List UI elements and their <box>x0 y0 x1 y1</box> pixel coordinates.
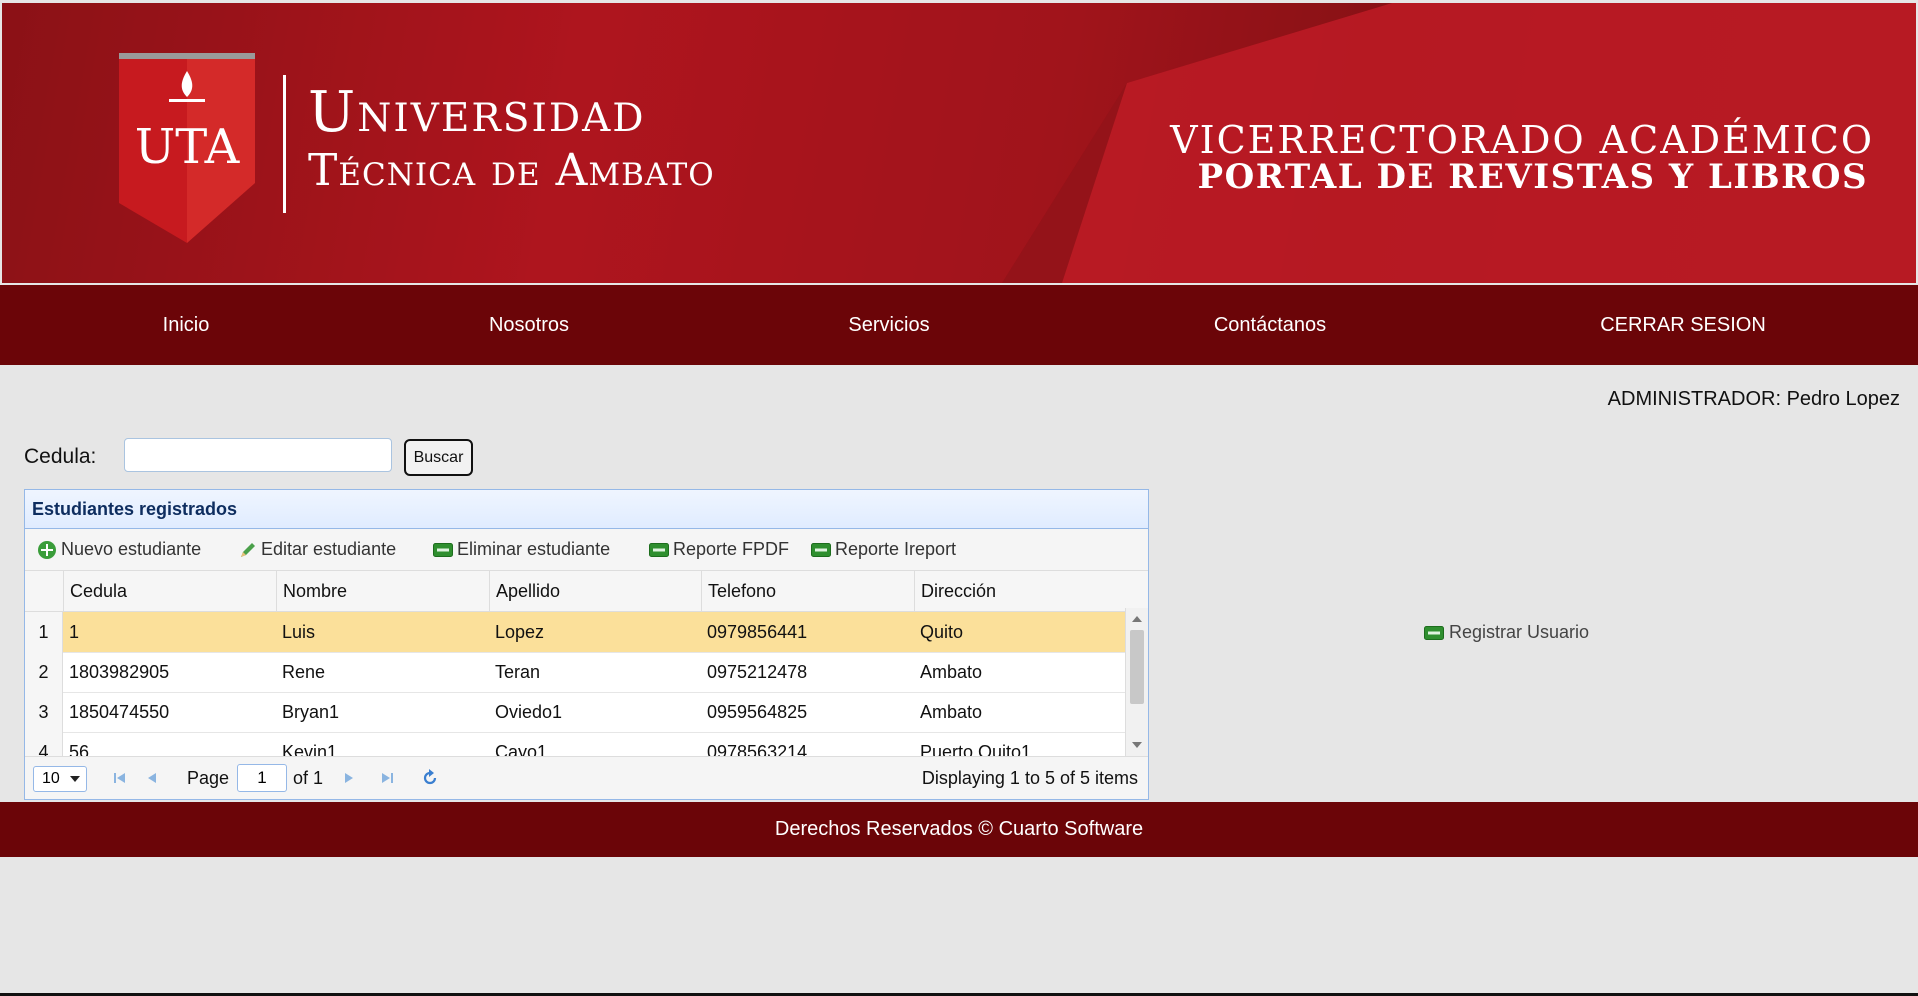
nav-cerrar-sesion[interactable]: CERRAR SESION <box>1600 285 1766 365</box>
column-header-nombre[interactable]: Nombre <box>276 571 489 611</box>
next-page-icon[interactable] <box>343 771 355 785</box>
cell-direccion: Quito <box>920 622 964 642</box>
table-row[interactable]: 1 1 Luis Lopez 0979856441 Quito <box>25 612 1125 653</box>
page-size-select[interactable]: 10 <box>33 766 87 792</box>
report-ireport-button[interactable]: Reporte Ireport <box>811 529 956 570</box>
rownum-header <box>25 571 63 611</box>
edit-student-button[interactable]: Editar estudiante <box>239 529 396 570</box>
cell-cedula: 1 <box>69 622 80 642</box>
delete-student-label: Eliminar estudiante <box>457 539 611 559</box>
new-student-label: Nuevo estudiante <box>61 539 202 559</box>
cell-direccion: Ambato <box>920 662 983 682</box>
uta-logo-icon: UTA <box>119 53 255 243</box>
scroll-up-icon[interactable] <box>1132 616 1142 622</box>
report-fpdf-label: Reporte FPDF <box>673 539 790 559</box>
row-number: 1 <box>25 612 63 652</box>
page-label: Page <box>187 768 230 788</box>
add-icon <box>38 541 56 560</box>
grid-vertical-scrollbar[interactable] <box>1125 608 1148 756</box>
last-page-icon[interactable] <box>380 771 394 785</box>
nav-contactanos[interactable]: Contáctanos <box>1214 285 1326 365</box>
column-header-apellido[interactable]: Apellido <box>489 571 701 611</box>
new-student-button[interactable]: Nuevo estudiante <box>37 529 201 570</box>
report-fpdf-button[interactable]: Reporte FPDF <box>649 529 789 570</box>
buscar-button[interactable]: Buscar <box>404 439 473 476</box>
remove-icon <box>433 543 453 558</box>
cell-telefono: 0975212478 <box>707 662 808 682</box>
logo-divider <box>283 75 286 213</box>
grid-header-row: Cedula Nombre Apellido Telefono Direcció… <box>25 571 1148 612</box>
scroll-down-icon[interactable] <box>1132 742 1142 748</box>
prev-page-icon[interactable] <box>146 771 158 785</box>
report-ireport-label: Reporte Ireport <box>835 539 957 559</box>
cell-direccion: Ambato <box>920 702 983 722</box>
main-nav: Inicio Nosotros Servicios Contáctanos CE… <box>0 285 1918 365</box>
table-row[interactable]: 3 1850474550 Bryan1 Oviedo1 0959564825 A… <box>25 692 1125 733</box>
table-row[interactable]: 2 1803982905 Rene Teran 0975212478 Ambat… <box>25 652 1125 693</box>
chevron-down-icon <box>70 776 80 782</box>
grid-pagination: 10 Page 1 of 1 Displaying 1 to 5 of 5 it… <box>25 756 1148 799</box>
footer: Derechos Reservados © Cuarto Software <box>0 802 1918 857</box>
column-header-direccion[interactable]: Dirección <box>914 571 1126 611</box>
cell-nombre: Bryan1 <box>282 702 340 722</box>
page-number-input[interactable]: 1 <box>237 764 287 792</box>
refresh-icon[interactable] <box>421 769 439 787</box>
portal-title: PORTAL DE REVISTAS Y LIBROS <box>1197 157 1868 197</box>
header-banner: UTA Universidad Técnica de Ambato VICERR… <box>2 3 1916 283</box>
nav-inicio[interactable]: Inicio <box>163 285 210 365</box>
admin-user-label: ADMINISTRADOR: Pedro Lopez <box>1607 388 1900 410</box>
students-grid-panel: Estudiantes registrados Nuevo estudiante… <box>24 489 1149 800</box>
first-page-icon[interactable] <box>113 771 127 785</box>
university-name: Universidad <box>308 80 646 145</box>
cell-telefono: 0959564825 <box>707 702 808 722</box>
logo-text: UTA <box>135 119 241 175</box>
cell-apellido: Teran <box>495 662 541 682</box>
nav-nosotros[interactable]: Nosotros <box>489 285 569 365</box>
pencil-icon <box>241 543 255 558</box>
row-number: 3 <box>25 692 63 732</box>
grid-body: 1 1 Luis Lopez 0979856441 Quito 2 180398… <box>25 612 1148 760</box>
register-user-label: Registrar Usuario <box>1449 622 1590 642</box>
register-user-button[interactable]: Registrar Usuario <box>1424 622 1589 643</box>
cell-cedula: 1850474550 <box>69 702 170 722</box>
column-header-telefono[interactable]: Telefono <box>701 571 914 611</box>
row-number: 2 <box>25 652 63 692</box>
footer-text: Derechos Reservados © Cuarto Software <box>774 818 1144 840</box>
grid-title: Estudiantes registrados <box>25 490 1148 529</box>
cedula-search-input[interactable] <box>124 438 392 472</box>
report-icon <box>649 543 669 558</box>
column-header-cedula[interactable]: Cedula <box>63 571 276 611</box>
university-subname: Técnica de Ambato <box>308 145 715 196</box>
cell-nombre: Rene <box>282 662 326 682</box>
edit-student-label: Editar estudiante <box>261 539 397 559</box>
report-icon <box>811 543 831 558</box>
cell-cedula: 1803982905 <box>69 662 170 682</box>
cell-apellido: Oviedo1 <box>495 702 563 722</box>
scrollbar-thumb[interactable] <box>1130 630 1144 704</box>
cell-nombre: Luis <box>282 622 316 642</box>
grid-toolbar: Nuevo estudiante Editar estudiante Elimi… <box>25 529 1148 571</box>
cell-apellido: Lopez <box>495 622 545 642</box>
cell-telefono: 0979856441 <box>707 622 808 642</box>
vicerrectorado-title: VICERRECTORADO ACADÉMICO <box>1170 118 1874 162</box>
nav-servicios[interactable]: Servicios <box>848 285 929 365</box>
delete-student-button[interactable]: Eliminar estudiante <box>433 529 610 570</box>
cedula-label: Cedula: <box>24 445 97 468</box>
page-of-label: of 1 <box>293 768 324 788</box>
report-icon <box>1424 626 1444 641</box>
display-count-text: Displaying 1 to 5 of 5 items <box>921 768 1138 788</box>
page-size-value: 10 <box>42 770 60 787</box>
